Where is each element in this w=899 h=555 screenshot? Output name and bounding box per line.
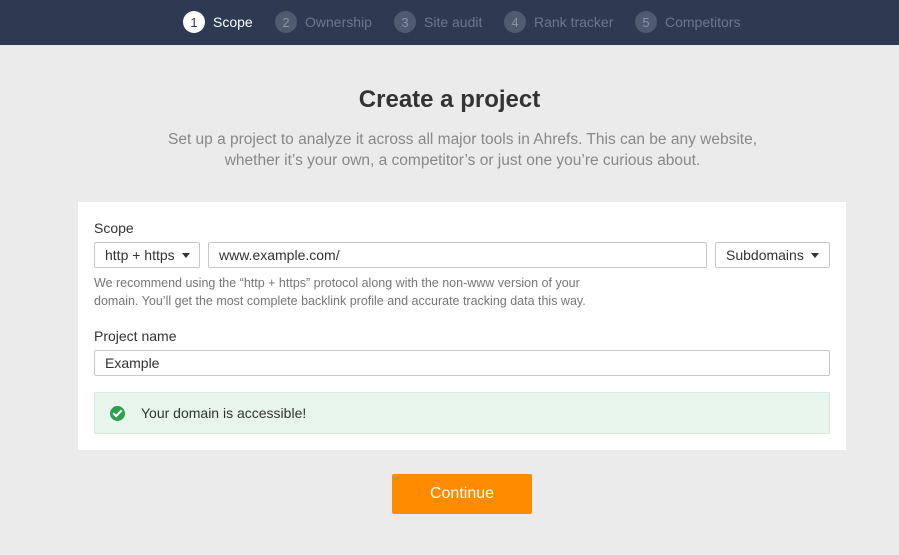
protocol-selected-value: http + https [105, 247, 175, 263]
check-circle-icon [110, 405, 125, 421]
step-competitors[interactable]: 5 Competitors [635, 10, 740, 34]
step-label: Scope [213, 14, 253, 30]
scope-hint: We recommend using the “http + https” pr… [94, 274, 654, 310]
domain-status-message: Your domain is accessible! [141, 405, 307, 421]
protocol-select[interactable]: http + https [94, 242, 200, 268]
url-input-value: www.example.com/ [219, 247, 340, 263]
project-name-value: Example [105, 355, 160, 371]
wizard-steps-bar: 1 Scope 2 Ownership 3 Site audit 4 Rank … [0, 0, 899, 45]
scope-label: Scope [94, 220, 134, 236]
step-number: 5 [635, 11, 657, 33]
scope-mode-select[interactable]: Subdomains [715, 242, 830, 268]
step-label: Competitors [665, 14, 741, 30]
project-form-card: Scope http + https www.example.com/ Subd… [78, 202, 846, 450]
subtitle-line: Set up a project to analyze it across al… [167, 131, 757, 148]
step-number: 1 [183, 11, 205, 33]
subtitle-line: whether it’s your own, a competitor’s or… [224, 152, 701, 169]
scope-mode-selected-value: Subdomains [726, 247, 804, 263]
step-number: 2 [275, 11, 297, 33]
step-label: Site audit [424, 14, 483, 30]
step-number: 3 [394, 11, 416, 33]
step-scope[interactable]: 1 Scope [183, 10, 253, 34]
hint-line: domain. You’ll get the most complete bac… [94, 294, 586, 308]
caret-down-icon [810, 252, 819, 258]
project-name-input[interactable]: Example [94, 350, 830, 376]
page-title: Create a project [358, 86, 541, 113]
step-site-audit[interactable]: 3 Site audit [394, 10, 482, 34]
caret-down-icon [181, 252, 190, 258]
domain-status-banner: Your domain is accessible! [94, 392, 830, 434]
page-subtitle: Set up a project to analyze it across al… [120, 129, 805, 171]
hint-line: We recommend using the “http + https” pr… [94, 276, 580, 290]
continue-button[interactable]: Continue [392, 474, 532, 514]
step-label: Ownership [305, 14, 372, 30]
url-input[interactable]: www.example.com/ [208, 242, 707, 268]
project-name-label: Project name [94, 328, 177, 344]
step-label: Rank tracker [534, 14, 614, 30]
step-rank-tracker[interactable]: 4 Rank tracker [504, 10, 613, 34]
step-number: 4 [504, 11, 526, 33]
step-ownership[interactable]: 2 Ownership [275, 10, 372, 34]
